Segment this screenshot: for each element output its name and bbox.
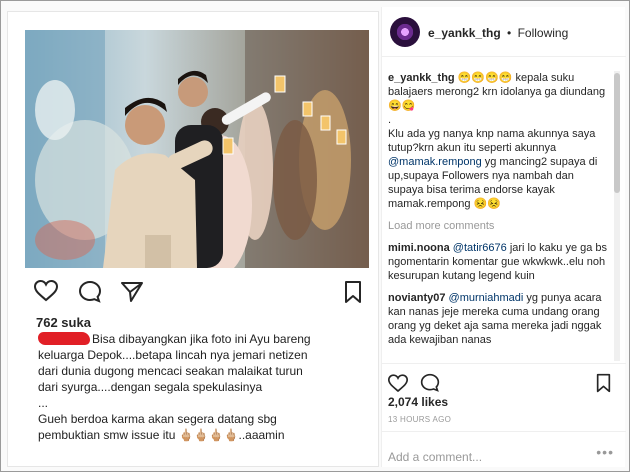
caption-text: Klu ada yg nanya knp nama akunnya saya t… <box>388 128 596 154</box>
bookmark-icon[interactable] <box>596 373 611 393</box>
add-comment-input[interactable]: Add a comment... <box>388 450 482 464</box>
caption-line: Bisa dibayangkan jika foto ini Ayu baren… <box>38 331 368 347</box>
comment-icon[interactable] <box>78 280 102 304</box>
owner-caption: e_yankk_thg 😁😁😁😁 kepala suku balajaers m… <box>388 71 612 211</box>
username-link[interactable]: e_yankk_thg <box>428 26 501 40</box>
add-comment-bar: Add a comment... ••• <box>382 431 626 467</box>
comment-item: mimi.noona @tatir6676 jari lo kaku ye ga… <box>388 241 612 283</box>
comment-item: novianty07 @murniahmadi yg punya acara k… <box>388 291 612 347</box>
reposted-post-card: 762 suka Bisa dibayangkan jika foto ini … <box>7 11 379 467</box>
scrollbar-thumb[interactable] <box>614 73 620 193</box>
following-button[interactable]: Following <box>518 26 569 40</box>
bookmark-icon[interactable] <box>344 280 362 304</box>
header-user-info: e_yankk_thg • Following <box>428 26 568 40</box>
load-more-comments-button[interactable]: Load more comments <box>388 219 612 233</box>
caption-line: pembuktian smw issue itu 🖕🏼🖕🏼🖕🏼🖕🏼..aaami… <box>38 428 285 442</box>
caption-line: dari dunia dugong mencaci seakan malaika… <box>38 364 303 378</box>
caption-line: keluarga Depok....betapa lincah nya jema… <box>38 348 308 362</box>
mention-link[interactable]: @tatir6676 <box>453 242 507 254</box>
post-side-panel: e_yankk_thg • Following e_yankk_thg 😁😁😁😁… <box>381 7 626 467</box>
censored-username-scribble <box>38 332 90 345</box>
caption-line: dari syurga....dengan segala spekulasiny… <box>38 380 263 394</box>
post-caption: Bisa dibayangkan jika foto ini Ayu baren… <box>38 331 368 443</box>
heart-icon[interactable] <box>34 280 58 302</box>
screenshot-frame: 762 suka Bisa dibayangkan jika foto ini … <box>0 0 630 472</box>
comments-scrollbar[interactable] <box>614 71 620 361</box>
mention-link[interactable]: @mamak.rempong <box>388 156 482 168</box>
post-timestamp[interactable]: 13 HOURS AGO <box>388 415 451 424</box>
share-icon[interactable] <box>120 281 144 303</box>
caption-line: ... <box>38 396 49 410</box>
caption-text: Bisa dibayangkan jika foto ini Ayu baren… <box>92 332 311 346</box>
likes-count[interactable]: 2,074 likes <box>388 395 448 409</box>
left-action-bar <box>34 280 364 306</box>
separator-dot: • <box>507 26 512 40</box>
avatar[interactable] <box>390 17 420 47</box>
comment-icon[interactable] <box>420 373 440 393</box>
wedding-toast-photo <box>25 30 369 268</box>
comment-username[interactable]: novianty07 <box>388 292 445 304</box>
comments-list: e_yankk_thg 😁😁😁😁 kepala suku balajaers m… <box>388 71 612 361</box>
caption-text: . <box>388 114 392 126</box>
post-photo <box>25 30 369 268</box>
caption-username[interactable]: e_yankk_thg <box>388 72 455 84</box>
more-options-icon[interactable]: ••• <box>596 444 614 460</box>
mention-link[interactable]: @murniahmadi <box>449 292 524 304</box>
post-header: e_yankk_thg • Following <box>382 7 626 57</box>
comment-username[interactable]: mimi.noona <box>388 242 450 254</box>
heart-icon[interactable] <box>388 374 408 393</box>
likes-count: 762 suka <box>36 315 91 330</box>
caption-line: Gueh berdoa karma akan segera datang sbg <box>38 412 277 426</box>
